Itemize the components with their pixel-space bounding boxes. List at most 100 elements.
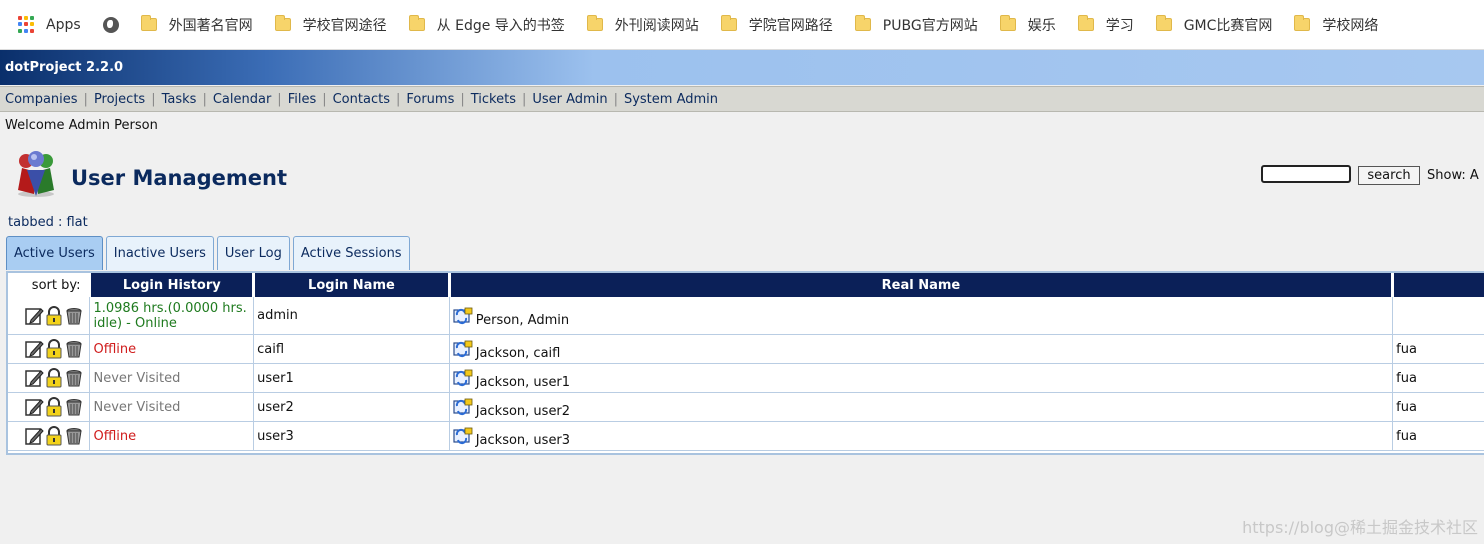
lock-icon[interactable] [44,426,64,446]
real-name-text: Jackson, user1 [475,375,571,390]
bookmarks-bar: Apps 外国著名官网 学校官网途径 从 Edge 导入的书签 外刊阅读网站 学… [0,0,1484,50]
row-actions [8,297,91,335]
bookmark-label: 学校网络 [1322,17,1379,34]
table-row: Offline caifl Jackson, caifl fua [8,334,1484,364]
folder-icon [408,15,425,31]
nav-projects[interactable]: Projects [94,92,145,107]
login-history-cell: 1.0986 hrs.(0.0000 hrs. idle) - Online [89,297,255,335]
login-name-cell[interactable]: user2 [253,392,450,422]
bookmark-label: 娱乐 [1027,17,1056,34]
bookmark-label: GMC比赛官网 [1183,17,1273,34]
user-permissions-icon[interactable] [453,398,473,416]
column-header-real-name[interactable]: Real Name [449,273,1395,297]
login-name-cell[interactable]: user1 [253,363,450,393]
edit-icon[interactable] [24,339,44,359]
nav-user-admin[interactable]: User Admin [532,92,607,107]
sort-by-label: sort by: [8,273,92,297]
apps-shortcut[interactable]: Apps [18,15,81,34]
login-name-cell[interactable]: admin [253,297,450,335]
trash-icon[interactable] [64,368,84,388]
bookmark-label: PUBG官方网站 [882,17,978,34]
row-actions [8,392,91,422]
bookmark-folder[interactable]: 学校网络 [1294,15,1378,35]
nav-files[interactable]: Files [288,92,317,107]
trash-icon[interactable] [64,339,84,359]
nav-contacts[interactable]: Contacts [333,92,390,107]
bookmark-folder[interactable]: 学习 [1077,15,1134,35]
company-cell: fua [1392,334,1484,364]
real-name-cell: Jackson, user1 [449,363,1394,393]
lock-icon[interactable] [44,397,64,417]
folder-icon [720,15,737,31]
page-title: User Management [71,166,288,190]
nav-system-admin[interactable]: System Admin [624,92,718,107]
lock-icon[interactable] [44,368,64,388]
view-flat-link[interactable]: flat [66,215,87,230]
tab-active-sessions[interactable]: Active Sessions [292,236,410,270]
apps-grid-icon [18,15,36,34]
folder-icon [1155,15,1172,31]
tab-user-log[interactable]: User Log [216,236,290,270]
globe-icon[interactable] [102,16,119,33]
edit-icon[interactable] [24,368,44,388]
real-name-cell: Jackson, user2 [449,392,1394,422]
user-permissions-icon[interactable] [453,307,473,325]
row-actions [8,363,91,393]
lock-icon[interactable] [44,305,64,326]
welcome-text: Welcome Admin Person [5,118,158,133]
bookmark-folder[interactable]: GMC比赛官网 [1155,15,1273,35]
login-history-cell: Offline [89,421,255,451]
company-cell [1392,297,1484,335]
bookmark-folder[interactable]: 外刊阅读网站 [586,15,699,35]
view-mode-separator: : [53,215,67,230]
column-header-login-name[interactable]: Login Name [253,273,451,297]
nav-calendar[interactable]: Calendar [213,92,271,107]
view-tabbed-link[interactable]: tabbed [8,215,54,230]
bookmark-label: 从 Edge 导入的书签 [436,17,565,34]
edit-icon[interactable] [24,397,44,417]
user-permissions-icon[interactable] [453,427,473,445]
user-permissions-icon[interactable] [453,340,473,358]
users-table-container: sort by: Login History Login Name Real N… [6,271,1484,455]
edit-icon[interactable] [24,306,44,326]
tab-active-users[interactable]: Active Users [6,236,103,270]
edit-icon[interactable] [24,426,44,446]
tab-inactive-users[interactable]: Inactive Users [105,236,214,270]
login-history-cell: Offline [89,334,255,364]
folder-icon [140,15,157,31]
company-cell: fua [1392,392,1484,422]
table-row: 1.0986 hrs.(0.0000 hrs. idle) - Online a… [8,297,1484,335]
real-name-text: Jackson, caifl [475,346,561,361]
row-actions [8,421,91,451]
trash-icon[interactable] [64,426,84,446]
nav-forums[interactable]: Forums [406,92,454,107]
bookmark-folder[interactable]: 学院官网路径 [720,15,833,35]
nav-companies[interactable]: Companies [5,92,78,107]
bookmark-folder[interactable]: PUBG官方网站 [854,15,978,35]
app-title-bar: dotProject 2.2.0 [0,50,1484,85]
nav-tasks[interactable]: Tasks [162,92,197,107]
trash-icon[interactable] [64,306,84,326]
nav-tickets[interactable]: Tickets [471,92,516,107]
real-name-text: Jackson, user2 [475,404,571,419]
column-header-company[interactable] [1392,273,1484,297]
search-input[interactable] [1261,165,1351,183]
folder-icon [999,15,1016,31]
column-header-login-history[interactable]: Login History [89,273,256,297]
show-filter-label: Show: A [1427,168,1479,183]
user-permissions-icon[interactable] [453,369,473,387]
login-name-cell[interactable]: user3 [253,421,450,451]
apps-label: Apps [46,16,81,33]
bookmark-folder[interactable]: 娱乐 [999,15,1056,35]
bookmark-folder[interactable]: 学校官网途径 [274,15,387,35]
trash-icon[interactable] [64,397,84,417]
bookmark-label: 外刊阅读网站 [614,17,699,34]
main-nav: Companies | Projects | Tasks | Calendar | Fi… [0,86,1484,112]
bookmark-folder[interactable]: 外国著名官网 [140,15,253,35]
bookmark-label: 外国著名官网 [168,17,253,34]
lock-icon[interactable] [44,339,64,359]
folder-icon [274,15,291,31]
login-name-cell[interactable]: caifl [253,334,450,364]
bookmark-folder[interactable]: 从 Edge 导入的书签 [408,15,565,35]
search-button[interactable]: search [1358,166,1420,185]
